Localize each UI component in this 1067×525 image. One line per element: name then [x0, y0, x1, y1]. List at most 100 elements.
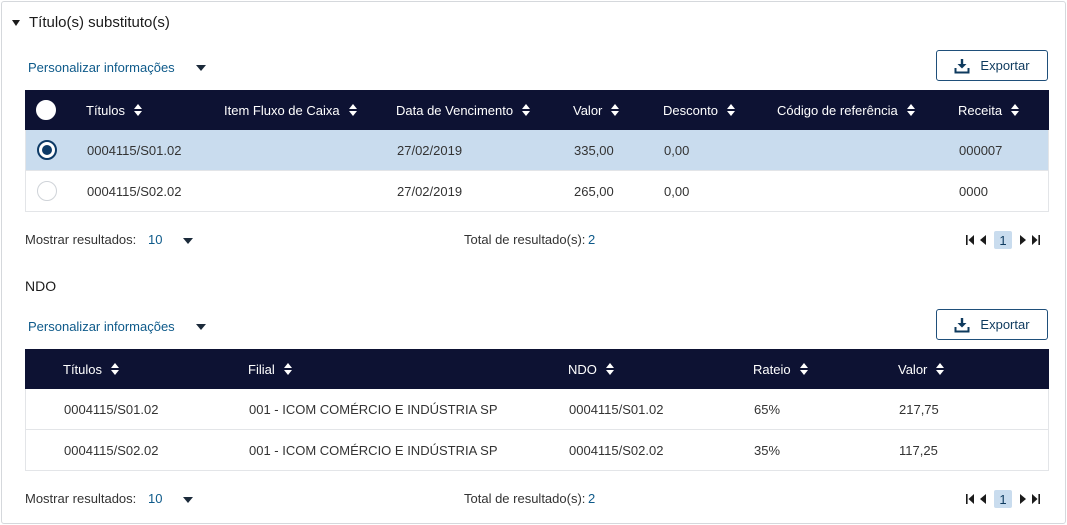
sort-icon: [726, 104, 735, 116]
total-results-value: 2: [588, 232, 596, 247]
cell-titulo: 0004115/S01.02: [87, 142, 182, 158]
cell-receita: 000007: [959, 142, 1003, 158]
total-results-label: Total de resultado(s):: [464, 232, 586, 247]
column-header-desconto[interactable]: Desconto: [663, 90, 735, 130]
cell-valor: 265,00: [574, 183, 614, 199]
column-header-receita[interactable]: Receita: [958, 90, 1020, 130]
export-label: Exportar: [980, 317, 1030, 332]
customize-info-label: Personalizar informações: [28, 319, 175, 334]
table-row: 0004115/S02.02 001 - ICOM COMÉRCIO E IND…: [25, 430, 1049, 471]
section-toggle[interactable]: Título(s) substituto(s): [12, 14, 170, 31]
last-page-icon[interactable]: [1032, 494, 1040, 504]
sort-icon: [134, 104, 143, 116]
table-row: 0004115/S01.02 001 - ICOM COMÉRCIO E IND…: [25, 389, 1049, 430]
last-page-icon[interactable]: [1032, 235, 1040, 245]
column-header-valor[interactable]: Valor: [573, 90, 620, 130]
show-results-select[interactable]: 10: [148, 491, 162, 506]
substitute-titles-panel: Título(s) substituto(s) Personalizar inf…: [1, 1, 1066, 524]
export-label: Exportar: [980, 58, 1030, 73]
export-button[interactable]: Exportar: [936, 50, 1048, 81]
column-label: Desconto: [663, 102, 718, 118]
sort-icon: [906, 104, 915, 116]
chevron-down-icon[interactable]: [183, 238, 193, 244]
sort-icon: [283, 363, 292, 375]
customize-info-dropdown[interactable]: Personalizar informações: [28, 60, 206, 75]
cell-desconto: 0,00: [664, 183, 690, 199]
prev-page-icon[interactable]: [980, 235, 986, 245]
next-page-icon[interactable]: [1020, 235, 1026, 245]
cell-valor: 217,75: [899, 401, 939, 417]
column-label: Filial: [248, 361, 275, 377]
column-label: Valor: [898, 361, 928, 377]
pagination: 1: [966, 490, 1040, 508]
column-header-filial[interactable]: Filial: [248, 349, 292, 389]
cell-ndo: 0004115/S02.02: [569, 442, 664, 458]
chevron-down-icon: [195, 64, 206, 71]
current-page[interactable]: 1: [994, 231, 1012, 249]
titles-table: Títulos Item Fluxo de Caixa Data de Venc…: [25, 90, 1049, 212]
table-footer: Mostrar resultados: 10 Total de resultad…: [25, 230, 1050, 250]
select-all-radio[interactable]: [36, 100, 56, 120]
show-results-label: Mostrar resultados:: [25, 491, 137, 506]
customize-info-label: Personalizar informações: [28, 60, 175, 75]
export-button-ndo[interactable]: Exportar: [936, 309, 1048, 340]
section-title: Título(s) substituto(s): [29, 14, 170, 31]
table-footer-ndo: Mostrar resultados: 10 Total de resultad…: [25, 489, 1050, 509]
sort-icon: [348, 104, 357, 116]
table-header: Títulos Item Fluxo de Caixa Data de Venc…: [25, 90, 1049, 130]
prev-page-icon[interactable]: [980, 494, 986, 504]
cell-valor: 117,25: [899, 442, 938, 458]
sort-icon: [522, 104, 531, 116]
column-label: Títulos: [63, 361, 103, 377]
next-page-icon[interactable]: [1020, 494, 1026, 504]
chevron-down-icon: [195, 323, 206, 330]
column-label: NDO: [568, 361, 597, 377]
show-results-select[interactable]: 10: [148, 232, 162, 247]
column-label: Código de referência: [777, 102, 898, 118]
customize-info-dropdown-ndo[interactable]: Personalizar informações: [28, 319, 206, 334]
column-label: Rateio: [753, 361, 791, 377]
cell-vencimento: 27/02/2019: [397, 142, 463, 158]
cell-titulo: 0004115/S01.02: [64, 401, 159, 417]
table-row[interactable]: 0004115/S01.02 27/02/2019 335,00 0,00 00…: [25, 130, 1049, 171]
cell-ndo: 0004115/S01.02: [569, 401, 664, 417]
caret-down-icon: [12, 19, 20, 26]
column-header-valor[interactable]: Valor: [898, 349, 945, 389]
cell-rateio: 65%: [754, 401, 781, 417]
cell-filial: 001 - ICOM COMÉRCIO E INDÚSTRIA SP: [249, 401, 498, 417]
cell-receita: 0000: [959, 183, 988, 199]
first-page-icon[interactable]: [966, 235, 974, 245]
ndo-table: Títulos Filial NDO Rateio Valor 0004115/…: [25, 349, 1049, 471]
column-header-titulos[interactable]: Títulos: [86, 90, 143, 130]
column-header-rateio[interactable]: Rateio: [753, 349, 808, 389]
column-label: Valor: [573, 102, 603, 118]
column-header-item-fluxo[interactable]: Item Fluxo de Caixa: [224, 90, 357, 130]
table-row[interactable]: 0004115/S02.02 27/02/2019 265,00 0,00 00…: [25, 171, 1049, 212]
column-header-ndo[interactable]: NDO: [568, 349, 614, 389]
row-radio[interactable]: [37, 140, 57, 160]
sort-icon: [936, 363, 945, 375]
column-label: Data de Vencimento: [396, 102, 514, 118]
column-header-vencimento[interactable]: Data de Vencimento: [396, 90, 531, 130]
column-header-titulos[interactable]: Títulos: [63, 349, 120, 389]
cell-valor: 335,00: [574, 142, 614, 158]
cell-rateio: 35%: [754, 442, 781, 458]
first-page-icon[interactable]: [966, 494, 974, 504]
column-label: Receita: [958, 102, 1003, 118]
row-radio[interactable]: [37, 181, 57, 201]
sort-icon: [611, 104, 620, 116]
download-icon: [954, 58, 970, 73]
sort-icon: [605, 363, 614, 375]
cell-titulo: 0004115/S02.02: [64, 442, 159, 458]
cell-vencimento: 27/02/2019: [397, 183, 463, 199]
sort-icon: [799, 363, 808, 375]
column-header-codigo[interactable]: Código de referência: [777, 90, 915, 130]
total-results-label: Total de resultado(s):: [464, 491, 586, 506]
total-results-value: 2: [588, 491, 596, 506]
sort-icon: [1011, 104, 1020, 116]
pagination: 1: [966, 231, 1040, 249]
chevron-down-icon[interactable]: [183, 497, 193, 503]
sort-icon: [111, 363, 120, 375]
column-label: Títulos: [86, 102, 126, 118]
current-page[interactable]: 1: [994, 490, 1012, 508]
